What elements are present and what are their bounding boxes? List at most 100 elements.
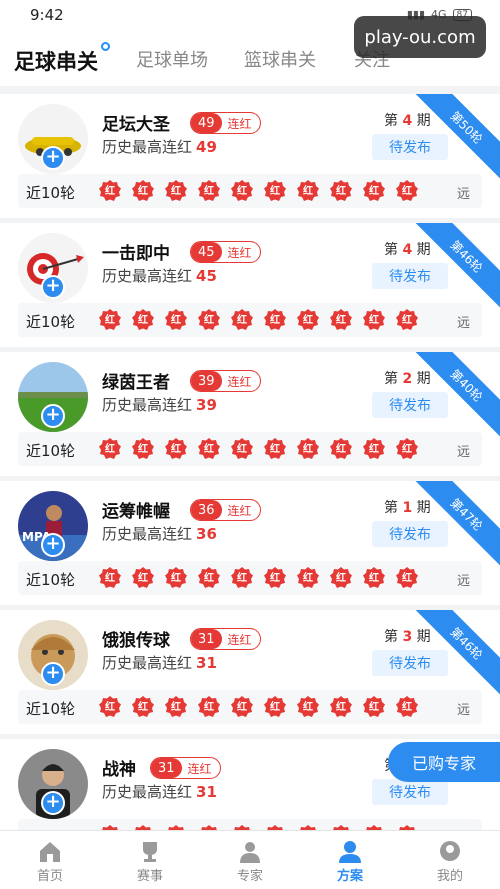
badge-text: 红 bbox=[303, 315, 313, 326]
win-badge: 红 bbox=[131, 179, 155, 203]
follow-plus-icon[interactable]: + bbox=[41, 275, 65, 299]
follow-plus-icon[interactable]: + bbox=[41, 662, 65, 686]
badge-text: 红 bbox=[204, 702, 214, 713]
period-prefix: 第 bbox=[384, 500, 398, 516]
history-streak: 历史最高连红 39 bbox=[102, 394, 217, 415]
badge-text: 红 bbox=[402, 702, 412, 713]
history-label: 历史最高连红 bbox=[102, 654, 193, 672]
win-badge: 红 bbox=[164, 308, 188, 332]
win-badge: 红 bbox=[329, 695, 353, 719]
follow-plus-icon[interactable]: + bbox=[41, 146, 65, 170]
pending-status-button[interactable]: 待发布 bbox=[372, 134, 448, 160]
tab-football-parlay[interactable]: 足球串关 bbox=[14, 42, 110, 76]
far-label: 远 bbox=[456, 316, 470, 331]
win-badge: 红 bbox=[197, 179, 221, 203]
period-number: 3 bbox=[402, 629, 413, 645]
badge-text: 红 bbox=[369, 702, 379, 713]
nav-label: 专家 bbox=[236, 869, 263, 884]
streak-label: 连红 bbox=[187, 761, 212, 776]
far-label: 远 bbox=[456, 574, 470, 589]
watermark: play-ou.com bbox=[354, 16, 486, 58]
period-number: 4 bbox=[402, 242, 413, 258]
badge-text: 红 bbox=[138, 444, 148, 455]
nav-item-trophy[interactable]: 赛事 bbox=[100, 831, 200, 889]
win-badge: 红 bbox=[395, 179, 419, 203]
nav-item-profile[interactable]: 我的 bbox=[400, 831, 500, 889]
badge-text: 红 bbox=[303, 186, 313, 197]
tab-label: 足球串关 bbox=[14, 50, 98, 74]
win-badge: 红 bbox=[329, 308, 353, 332]
win-badge: 红 bbox=[98, 179, 122, 203]
nav-item-home[interactable]: 首页 bbox=[0, 831, 100, 889]
history-value: 31 bbox=[196, 783, 217, 801]
follow-plus-icon[interactable]: + bbox=[41, 533, 65, 557]
win-badge: 红 bbox=[197, 695, 221, 719]
win-badge: 红 bbox=[362, 437, 386, 461]
period-label: 第 3 期 bbox=[384, 626, 431, 646]
win-badge: 红 bbox=[164, 179, 188, 203]
streak-pill: 31 连红 bbox=[150, 757, 221, 779]
expert-card[interactable]: + 足坛大圣 49 连红 历史最高连红 49 第 4 期待发布 第50轮 近10轮红红红红红红红… bbox=[0, 94, 500, 218]
follow-plus-icon[interactable]: + bbox=[41, 791, 65, 815]
nav-label: 首页 bbox=[36, 869, 63, 884]
history-streak: 历史最高连红 36 bbox=[102, 523, 217, 544]
badge-text: 红 bbox=[105, 573, 115, 584]
follow-plus-icon[interactable]: + bbox=[41, 404, 65, 428]
streak-label: 连红 bbox=[227, 503, 252, 518]
tab-basketball-parlay[interactable]: 篮球串关 bbox=[244, 46, 316, 72]
tab-football-single[interactable]: 足球单场 bbox=[136, 46, 208, 72]
badge-text: 红 bbox=[204, 573, 214, 584]
nav-label: 我的 bbox=[436, 869, 463, 884]
period-number: 2 bbox=[402, 371, 413, 387]
period-suffix: 期 bbox=[416, 242, 431, 258]
history-label: 历史最高连红 bbox=[102, 138, 193, 156]
period-label: 第 2 期 bbox=[384, 368, 431, 388]
badge-text: 红 bbox=[303, 702, 313, 713]
pending-status-button[interactable]: 待发布 bbox=[372, 392, 448, 418]
win-badge: 红 bbox=[395, 437, 419, 461]
win-badge: 红 bbox=[362, 566, 386, 590]
pending-status-button[interactable]: 待发布 bbox=[372, 263, 448, 289]
expert-name: 足坛大圣 bbox=[102, 115, 170, 135]
expert-card[interactable]: MPA + 运筹帷幄 36 连红 历史最高连红 36 第 1 期待发布 第47轮 近10轮红红红红… bbox=[0, 481, 500, 605]
streak-label: 连红 bbox=[227, 632, 252, 647]
expert-card[interactable]: + 饿狼传球 31 连红 历史最高连红 31 第 3 期待发布 第46轮 近10轮红红红红红红红… bbox=[0, 610, 500, 734]
streak-pill: 39 连红 bbox=[190, 370, 261, 392]
expert-card[interactable]: + 绿茵王者 39 连红 历史最高连红 39 第 2 期待发布 第40轮 近10轮红红红红红红红… bbox=[0, 352, 500, 476]
purchased-experts-button[interactable]: 已购专家 bbox=[388, 742, 500, 782]
pending-status-button[interactable]: 待发布 bbox=[372, 779, 448, 805]
win-badge: 红 bbox=[296, 566, 320, 590]
badge-text: 红 bbox=[336, 573, 346, 584]
period-number: 1 bbox=[402, 500, 413, 516]
pending-status-button[interactable]: 待发布 bbox=[372, 650, 448, 676]
win-badge: 红 bbox=[395, 308, 419, 332]
win-badge: 红 bbox=[98, 308, 122, 332]
win-badge: 红 bbox=[197, 566, 221, 590]
badge-text: 红 bbox=[138, 702, 148, 713]
pending-status-button[interactable]: 待发布 bbox=[372, 521, 448, 547]
far-label: 远 bbox=[456, 187, 470, 202]
expert-card[interactable]: + 一击即中 45 连红 历史最高连红 45 第 4 期待发布 第46轮 近10轮红红红红红红红… bbox=[0, 223, 500, 347]
win-badge: 红 bbox=[329, 437, 353, 461]
streak-count: 36 bbox=[191, 500, 222, 520]
history-value: 39 bbox=[196, 396, 217, 414]
nav-item-plan[interactable]: 方案 bbox=[300, 831, 400, 889]
expert-name: 运筹帷幄 bbox=[102, 502, 170, 522]
badge-text: 红 bbox=[270, 444, 280, 455]
win-badge: 红 bbox=[263, 695, 287, 719]
win-badge: 红 bbox=[263, 308, 287, 332]
period-suffix: 期 bbox=[416, 113, 431, 129]
streak-count: 45 bbox=[191, 242, 222, 262]
badge-text: 红 bbox=[402, 186, 412, 197]
bottom-nav: 首页 赛事 专家 方案 我的 bbox=[0, 830, 500, 889]
period-label: 第 4 期 bbox=[384, 239, 431, 259]
win-badge: 红 bbox=[98, 437, 122, 461]
badge-text: 红 bbox=[369, 315, 379, 326]
nav-item-expert[interactable]: 专家 bbox=[200, 831, 300, 889]
expert-list: + 足坛大圣 49 连红 历史最高连红 49 第 4 期待发布 第50轮 近10轮红红红红红红红… bbox=[0, 86, 500, 830]
win-badge: 红 bbox=[131, 437, 155, 461]
expert-name: 饿狼传球 bbox=[102, 631, 170, 651]
recent-label: 近10轮 bbox=[26, 571, 76, 589]
win-badge: 红 bbox=[296, 179, 320, 203]
history-streak: 历史最高连红 31 bbox=[102, 781, 217, 802]
